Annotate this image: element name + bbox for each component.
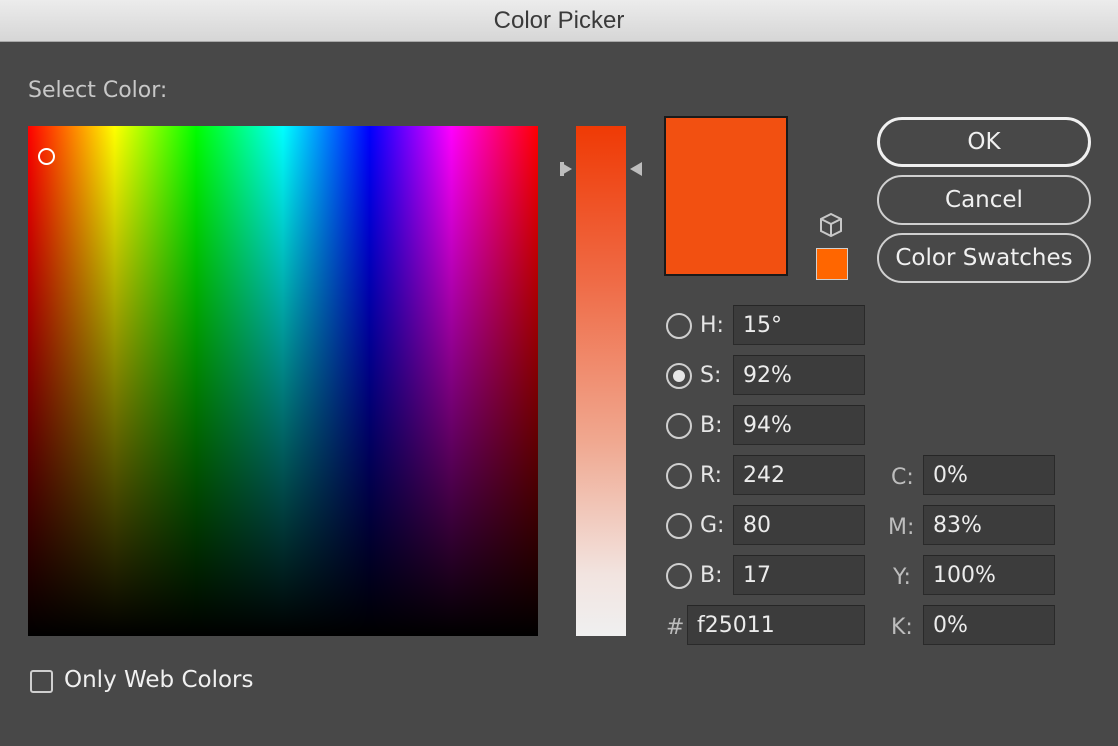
yellow-input[interactable]: 100% [923,555,1055,595]
magenta-input[interactable]: 83% [923,505,1055,545]
blue-radio[interactable] [666,563,692,589]
green-input[interactable]: 80 [733,505,865,545]
slider-right-handle[interactable] [630,162,642,176]
window-title: Color Picker [493,6,625,34]
cyan-label: C: [891,465,914,490]
green-radio[interactable] [666,513,692,539]
only-web-colors-label[interactable]: Only Web Colors [64,667,253,693]
hue-input[interactable]: 15° [733,305,865,345]
red-input[interactable]: 242 [733,455,865,495]
hue-radio[interactable] [666,313,692,339]
brightness-input[interactable]: 94% [733,405,865,445]
slider-left-handle[interactable] [560,162,572,176]
saturation-label: S: [700,363,722,388]
hue-label: H: [700,313,724,338]
saturation-input[interactable]: 92% [733,355,865,395]
web-safe-color-swatch[interactable] [816,248,848,280]
ok-button[interactable]: OK [877,117,1091,167]
color-field-marker[interactable] [38,148,55,165]
blue-label: B: [700,563,723,588]
color-field[interactable] [28,126,538,636]
cube-icon[interactable] [818,212,844,238]
brightness-label: B: [700,413,723,438]
black-input[interactable]: 0% [923,605,1055,645]
blue-input[interactable]: 17 [733,555,865,595]
hex-input[interactable]: f25011 [687,605,865,645]
magenta-label: M: [888,515,915,540]
window-titlebar: Color Picker [0,0,1118,42]
saturation-radio[interactable] [666,363,692,389]
cancel-button[interactable]: Cancel [877,175,1091,225]
black-label: K: [891,615,913,640]
hex-label: # [666,615,685,640]
red-label: R: [700,463,723,488]
brightness-radio[interactable] [666,413,692,439]
saturation-slider[interactable] [576,126,626,636]
only-web-colors-checkbox[interactable] [30,670,53,693]
yellow-label: Y: [893,565,911,590]
select-color-label: Select Color: [28,78,168,103]
cyan-input[interactable]: 0% [923,455,1055,495]
red-radio[interactable] [666,463,692,489]
color-swatches-button[interactable]: Color Swatches [877,233,1091,283]
green-label: G: [700,513,725,538]
color-preview [664,116,788,276]
